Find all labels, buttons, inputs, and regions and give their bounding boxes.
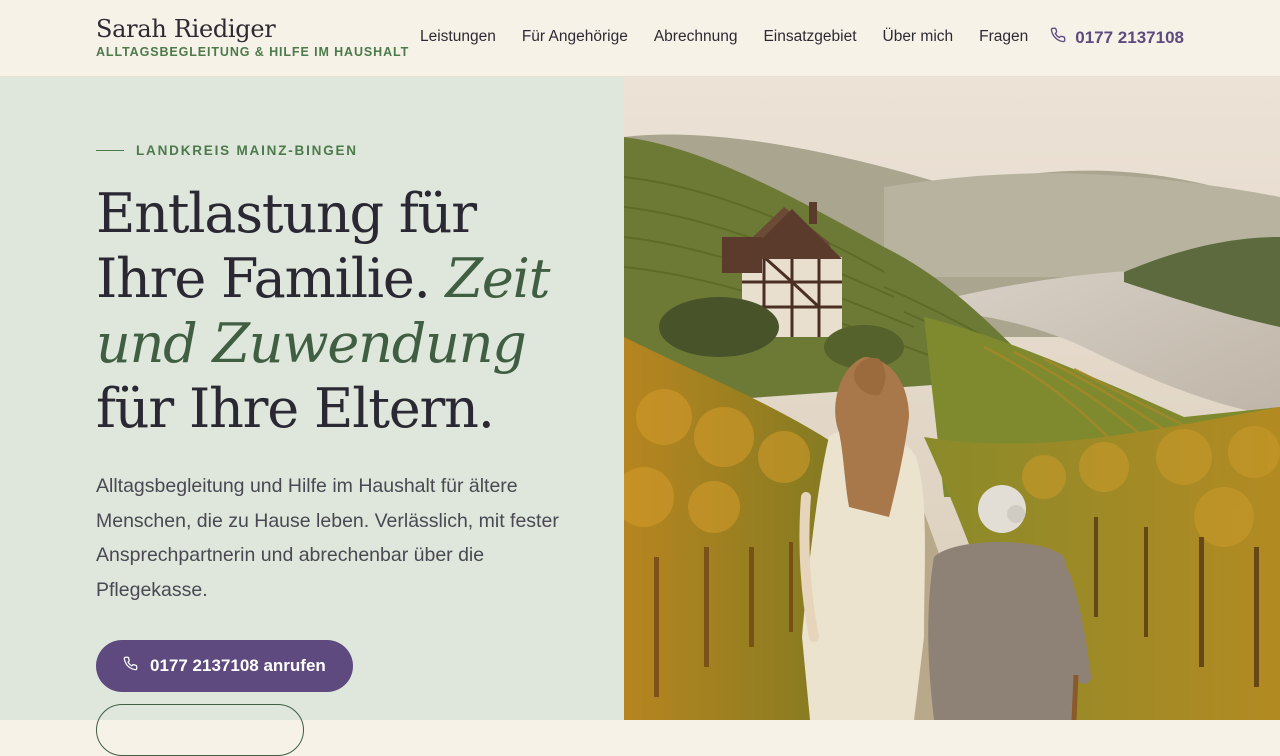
main-nav: Leistungen Für Angehörige Abrechnung Ein…: [420, 28, 1028, 46]
phone-icon: [123, 656, 138, 676]
call-button-label: 0177 2137108 anrufen: [150, 656, 326, 675]
nav-item-ueber-mich[interactable]: Über mich: [883, 28, 954, 46]
phone-icon: [1050, 27, 1066, 48]
header-phone-number: 0177 2137108: [1075, 27, 1184, 47]
hero-lead: Alltagsbegleitung und Hilfe im Haushalt …: [96, 475, 559, 601]
hero-headline: Entlastung für Ihre Familie. Zeit und Zu…: [96, 181, 596, 441]
nav-item-leistungen[interactable]: Leistungen: [420, 28, 496, 46]
nav-item-abrechnung[interactable]: Abrechnung: [654, 28, 738, 46]
site-header: Sarah Riediger ALLTAGSBEGLEITUNG & HILFE…: [0, 0, 1280, 77]
hero-text-panel: LANDKREIS MAINZ-BINGEN Entlastung für Ih…: [0, 77, 624, 756]
brand-name: Sarah Riediger: [96, 15, 276, 43]
vineyard-river-photo: [624, 77, 1280, 720]
hero-eyebrow: LANDKREIS MAINZ-BINGEN: [96, 143, 358, 158]
secondary-button[interactable]: [96, 704, 304, 756]
nav-item-einsatzgebiet[interactable]: Einsatzgebiet: [763, 28, 856, 46]
brand[interactable]: Sarah Riediger ALLTAGSBEGLEITUNG & HILFE…: [96, 14, 409, 59]
eyebrow-text: LANDKREIS MAINZ-BINGEN: [136, 143, 358, 158]
headline-part-2: für Ihre Eltern.: [96, 377, 495, 440]
eyebrow-line: [96, 149, 124, 152]
call-button[interactable]: 0177 2137108 anrufen: [96, 640, 353, 692]
nav-item-fragen[interactable]: Fragen: [979, 28, 1028, 46]
header-phone-link[interactable]: 0177 2137108: [1050, 27, 1184, 48]
brand-tagline: ALLTAGSBEGLEITUNG & HILFE IM HAUSHALT: [96, 45, 410, 59]
nav-item-fuer-angehoerige[interactable]: Für Angehörige: [522, 28, 628, 46]
headline-part-1: Entlastung für Ihre Familie.: [96, 182, 477, 310]
